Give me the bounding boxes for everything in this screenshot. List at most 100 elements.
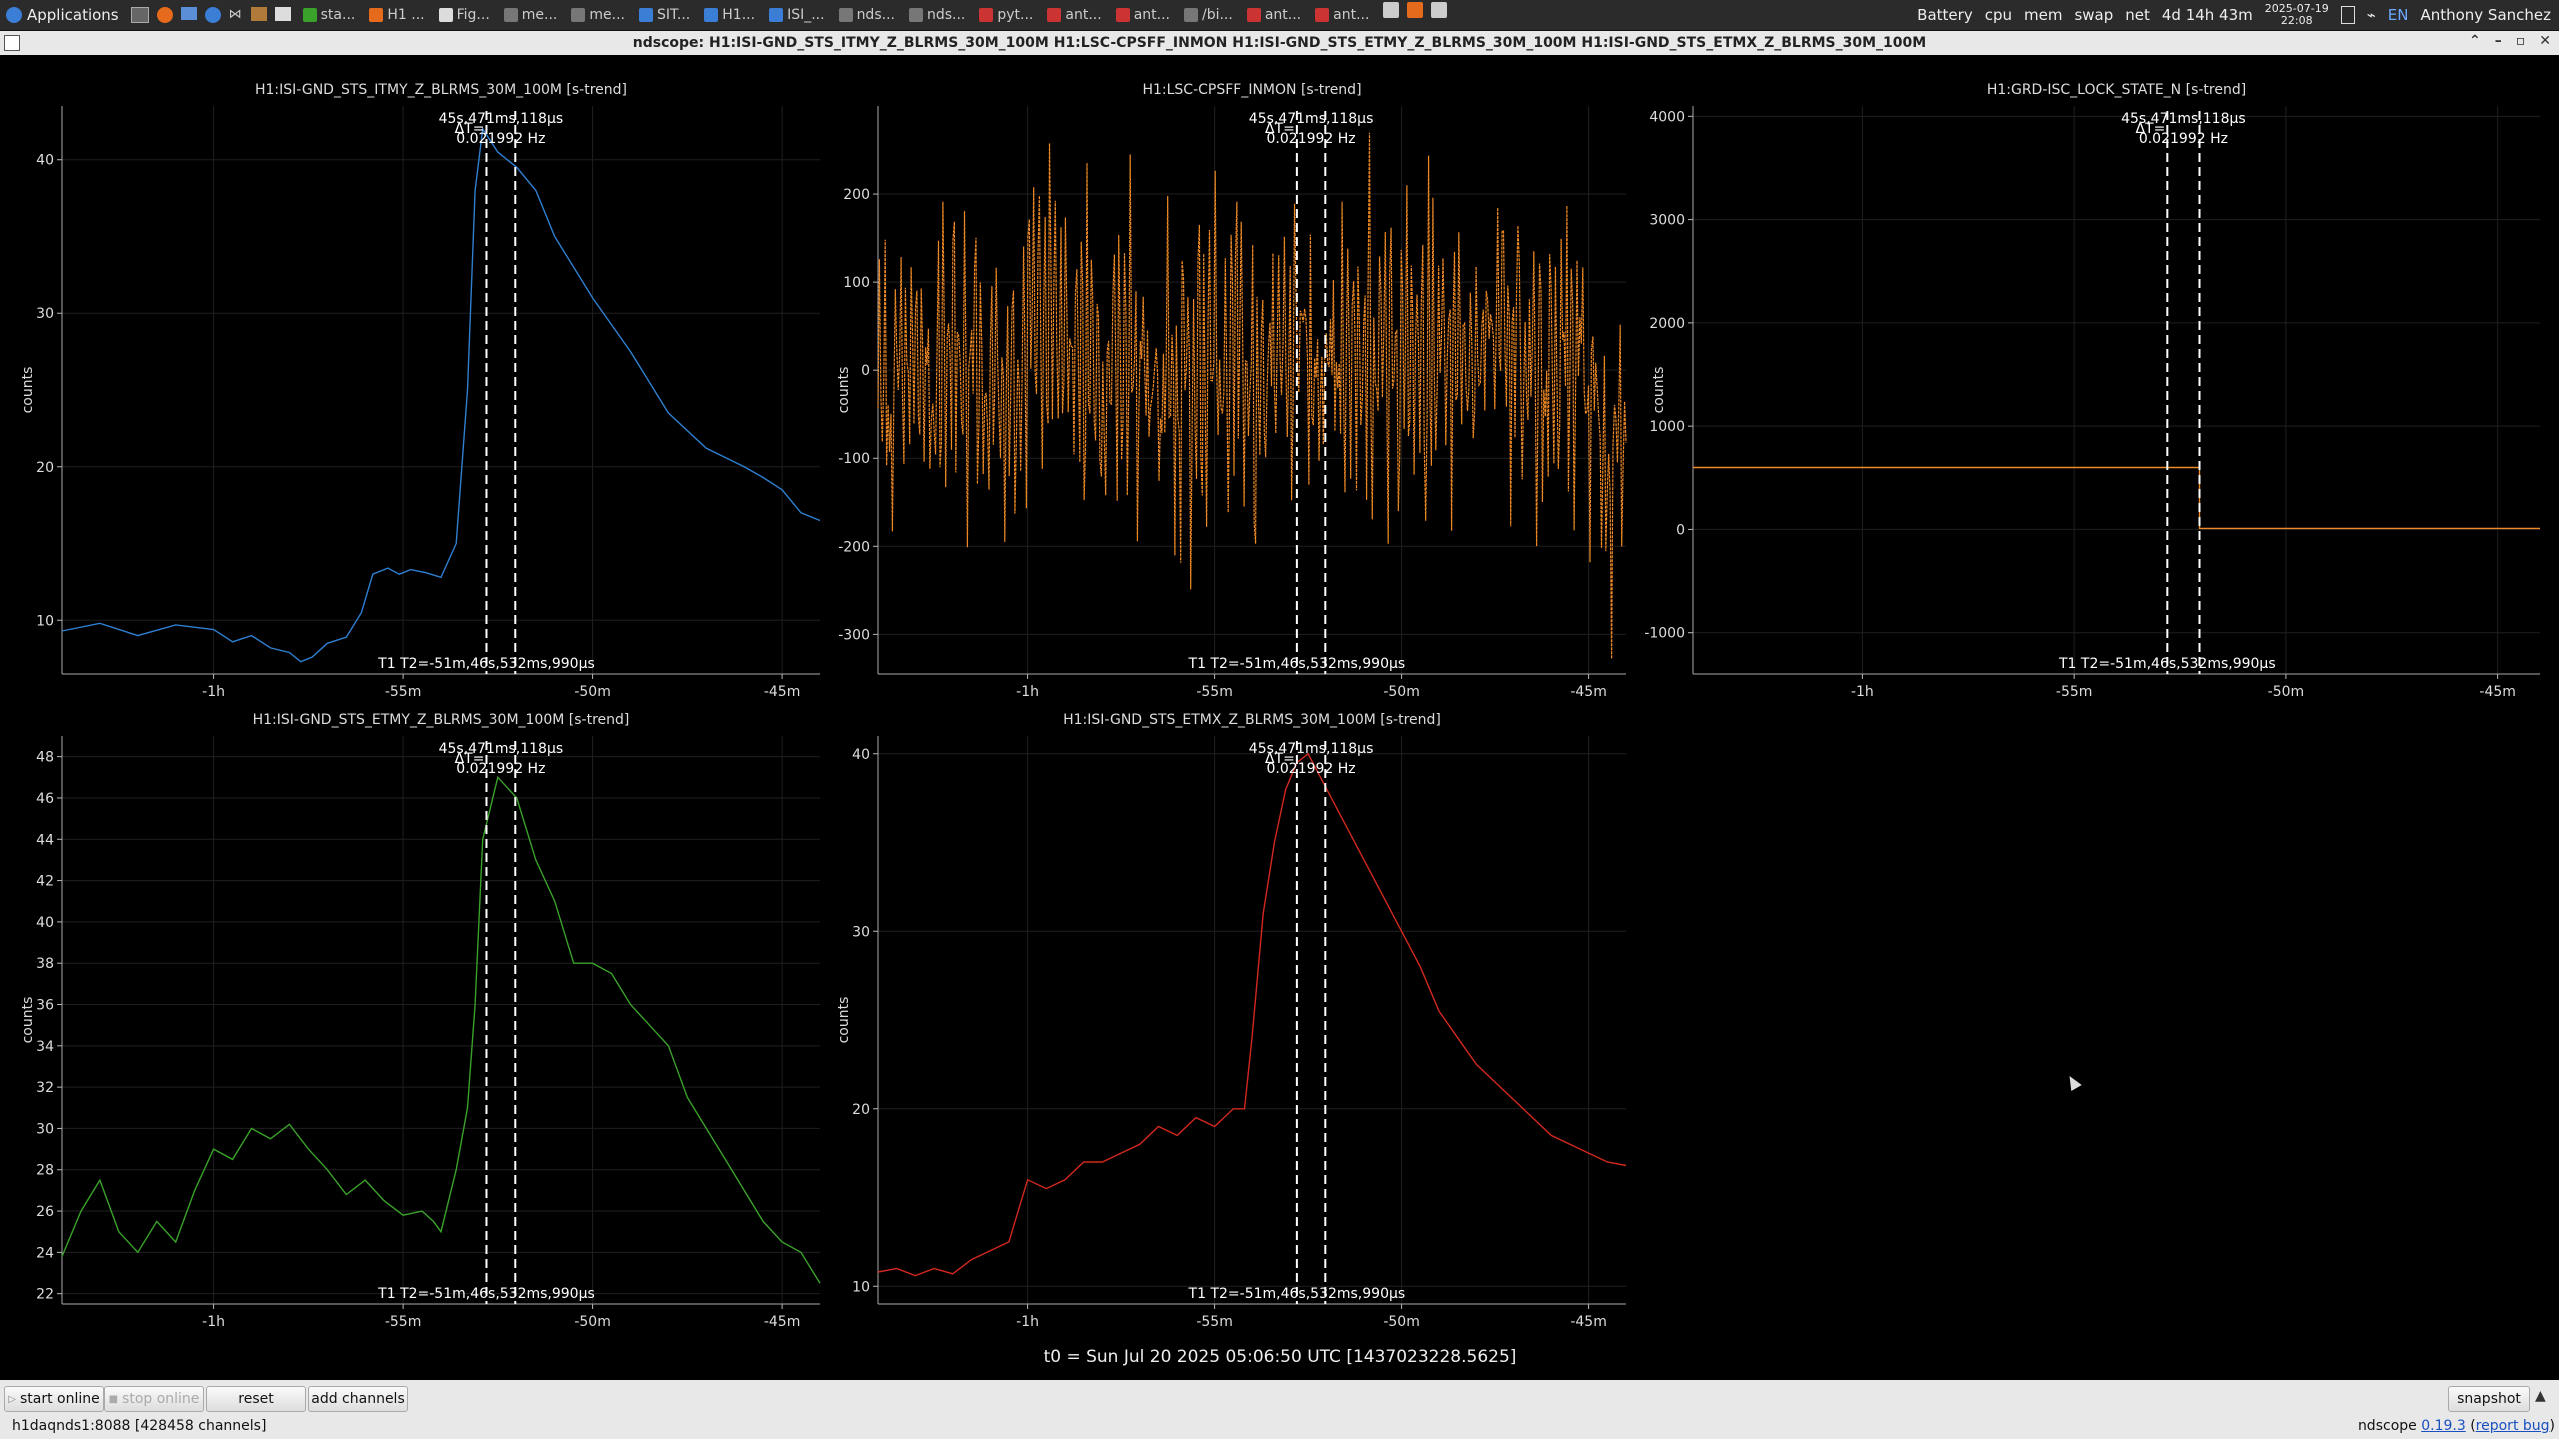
task-item[interactable]: H1 ... bbox=[363, 2, 430, 28]
plots-canvas[interactable]: H1:ISI-GND_STS_ITMY_Z_BLRMS_30M_100M [s-… bbox=[0, 56, 2559, 1380]
plot-4: H1:ISI-GND_STS_ETMY_Z_BLRMS_30M_100M [s-… bbox=[20, 712, 821, 1330]
mem-monitor[interactable]: mem bbox=[2024, 6, 2062, 24]
series-line bbox=[61, 127, 821, 663]
task-item[interactable]: ant... bbox=[1041, 2, 1107, 28]
plot-area[interactable]: H1:ISI-GND_STS_ITMY_Z_BLRMS_30M_100M [s-… bbox=[0, 56, 2559, 1380]
y-tick-label: 26 bbox=[36, 1204, 54, 1220]
task-label: nds... bbox=[856, 7, 895, 23]
applications-label: Applications bbox=[27, 6, 119, 24]
reset-button[interactable]: reset bbox=[206, 1386, 306, 1412]
version-info: ndscope 0.19.3 (report bug) bbox=[2357, 1418, 2555, 1434]
delta-time: 45s,471ms,118µs bbox=[1249, 741, 1374, 757]
plot-title: H1:ISI-GND_STS_ETMX_Z_BLRMS_30M_100M [s-… bbox=[1063, 712, 1441, 728]
task-label: me... bbox=[521, 7, 558, 23]
stop-online-button[interactable]: ■ stop online bbox=[104, 1386, 204, 1412]
task-item[interactable]: Fig... bbox=[433, 2, 496, 28]
y-tick-label: 30 bbox=[852, 924, 870, 940]
expand-up-icon[interactable]: ▲ bbox=[2535, 1388, 2546, 1404]
y-tick-label: -300 bbox=[838, 627, 870, 643]
task-item[interactable]: ant... bbox=[1309, 2, 1375, 28]
task-app-icon bbox=[1115, 8, 1130, 22]
y-axis-label: counts bbox=[1651, 367, 1667, 414]
shade-icon[interactable]: ⌃ bbox=[2469, 33, 2481, 49]
y-tick-label: 32 bbox=[36, 1080, 54, 1096]
clock[interactable]: 2025-07-19 22:08 bbox=[2265, 3, 2329, 27]
task-item[interactable]: nds... bbox=[903, 2, 971, 28]
chrome-icon[interactable] bbox=[204, 7, 221, 23]
user-name[interactable]: Anthony Sanchez bbox=[2420, 6, 2551, 24]
x-tick-label: -45m bbox=[1570, 1314, 1607, 1330]
window-task-icon[interactable] bbox=[1431, 2, 1448, 18]
t1-t2-label: T1 T2=-51m,46s,532ms,990µs bbox=[377, 656, 595, 672]
swap-monitor[interactable]: swap bbox=[2074, 6, 2113, 24]
share-icon[interactable]: ⋈ bbox=[229, 7, 243, 22]
folder-icon[interactable] bbox=[180, 7, 197, 20]
add-channels-button[interactable]: add channels bbox=[308, 1386, 408, 1412]
firefox-task-icon[interactable] bbox=[1407, 2, 1424, 18]
window-app-icon[interactable] bbox=[4, 35, 20, 51]
task-item[interactable]: sta... bbox=[297, 2, 362, 28]
plot-title: H1:LSC-CPSFF_INMON [s-trend] bbox=[1142, 82, 1361, 98]
task-item[interactable]: SIT... bbox=[633, 2, 696, 28]
plot-2: H1:LSC-CPSFF_INMON [s-trend] counts -300 -2… bbox=[836, 82, 1627, 700]
series-line bbox=[61, 775, 821, 1284]
y-tick-label: 20 bbox=[852, 1102, 870, 1118]
task-item[interactable]: ant... bbox=[1241, 2, 1307, 28]
task-item[interactable]: me... bbox=[565, 2, 631, 28]
y-tick-label: 40 bbox=[36, 153, 54, 169]
report-bug-link[interactable]: report bug bbox=[2476, 1418, 2550, 1434]
x-tick-label: -55m bbox=[2056, 684, 2093, 700]
cpu-monitor[interactable]: cpu bbox=[1985, 6, 2012, 24]
uptime: 4d 14h 43m bbox=[2161, 6, 2253, 24]
active-window-icon[interactable] bbox=[1383, 2, 1400, 18]
task-app-icon bbox=[1246, 8, 1261, 22]
y-tick-label: 10 bbox=[36, 613, 54, 629]
y-tick-label: 46 bbox=[36, 791, 54, 807]
task-item[interactable]: ant... bbox=[1110, 2, 1176, 28]
minimize-icon[interactable]: – bbox=[2495, 33, 2502, 49]
y-tick-label: 0 bbox=[861, 363, 870, 379]
plot-title: H1:ISI-GND_STS_ITMY_Z_BLRMS_30M_100M [s-… bbox=[255, 82, 627, 98]
delta-time: 45s,471ms,118µs bbox=[2121, 111, 2246, 127]
task-item[interactable]: nds... bbox=[833, 2, 901, 28]
y-tick-label: 34 bbox=[36, 1039, 54, 1055]
terminal-icon[interactable] bbox=[130, 7, 149, 23]
firefox-icon[interactable] bbox=[156, 7, 173, 23]
y-tick-label: 40 bbox=[36, 915, 54, 931]
version-link[interactable]: 0.19.3 bbox=[2421, 1418, 2466, 1434]
y-tick-label: 36 bbox=[36, 998, 54, 1014]
snapshot-button[interactable]: snapshot bbox=[2448, 1386, 2530, 1412]
task-app-icon bbox=[571, 8, 586, 22]
series-line bbox=[877, 132, 1627, 659]
start-online-button[interactable]: ▷ start online bbox=[4, 1386, 104, 1412]
y-tick-label: 0 bbox=[1676, 522, 1685, 538]
network-icon[interactable]: ⌁ bbox=[2367, 6, 2376, 24]
task-item[interactable]: ISI_... bbox=[763, 2, 831, 28]
delta-time: 45s,471ms,118µs bbox=[1249, 111, 1374, 127]
y-tick-label: 2000 bbox=[1649, 316, 1685, 332]
task-app-icon bbox=[1315, 8, 1330, 22]
delta-time: 45s,471ms,118µs bbox=[439, 741, 564, 757]
plot-1: H1:ISI-GND_STS_ITMY_Z_BLRMS_30M_100M [s-… bbox=[20, 82, 821, 700]
task-app-icon bbox=[908, 8, 923, 22]
task-item[interactable]: pyt... bbox=[973, 2, 1039, 28]
task-app-icon bbox=[704, 8, 719, 22]
system-tray: Battery cpu mem swap net 4d 14h 43m 2025… bbox=[1917, 3, 2559, 27]
task-item[interactable]: H1... bbox=[698, 2, 761, 28]
language-indicator[interactable]: EN bbox=[2388, 6, 2409, 24]
net-monitor[interactable]: net bbox=[2125, 6, 2150, 24]
tools-icon[interactable] bbox=[250, 7, 267, 21]
maximize-icon[interactable]: ▫ bbox=[2516, 33, 2526, 49]
task-item[interactable]: me... bbox=[498, 2, 564, 28]
editor-icon[interactable] bbox=[274, 7, 291, 21]
battery-monitor[interactable]: Battery bbox=[1917, 6, 1973, 24]
plot-title: H1:ISI-GND_STS_ETMY_Z_BLRMS_30M_100M [s-… bbox=[253, 712, 630, 728]
x-tick-label: -50m bbox=[1383, 684, 1420, 700]
delta-frequency: 0.021992 Hz bbox=[456, 761, 545, 777]
task-app-icon bbox=[639, 8, 653, 22]
task-item[interactable]: /bi... bbox=[1178, 2, 1239, 28]
stop-icon: ■ bbox=[108, 1393, 119, 1405]
applications-menu[interactable]: Applications bbox=[0, 0, 125, 30]
close-icon[interactable]: ✕ bbox=[2539, 33, 2551, 49]
power-icon[interactable] bbox=[2340, 6, 2355, 24]
